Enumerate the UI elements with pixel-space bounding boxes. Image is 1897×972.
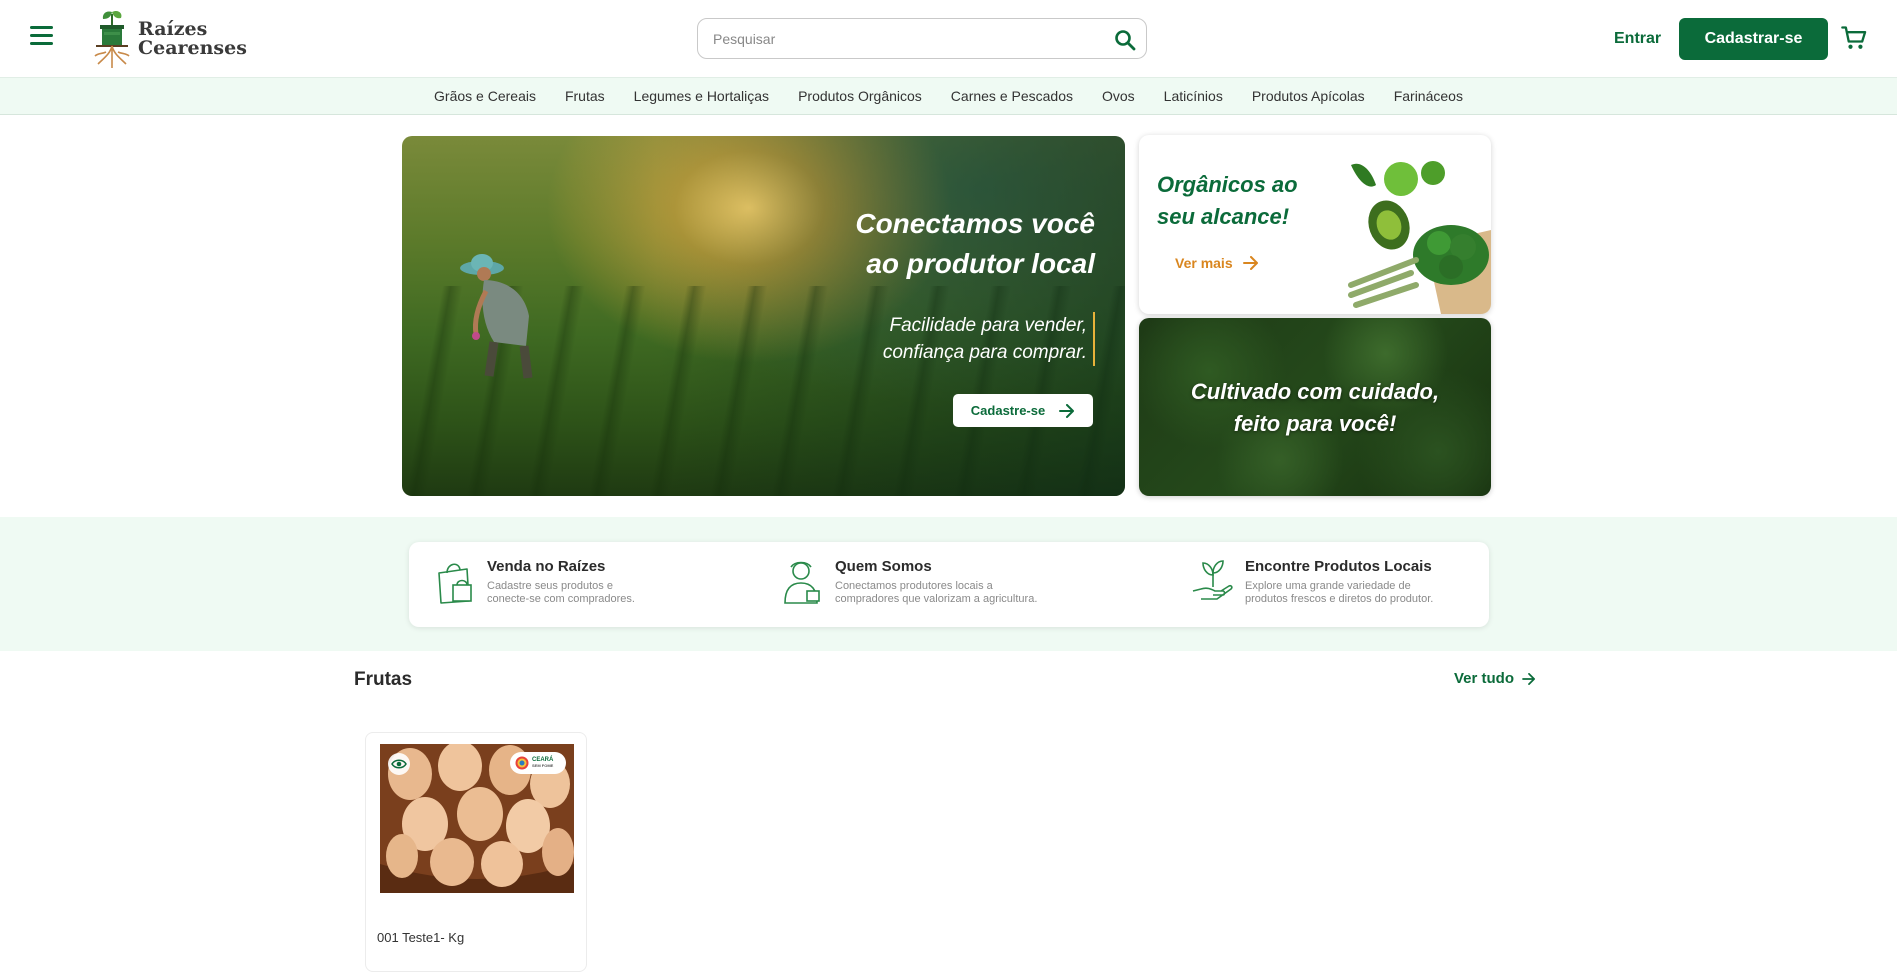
- category-link[interactable]: Frutas: [550, 88, 619, 104]
- organics-title: Orgânicos ao seu alcance!: [1157, 172, 1298, 229]
- shopping-bag-icon: [438, 563, 472, 604]
- organics-banner[interactable]: Orgânicos ao seu alcance! Ver mais: [1139, 135, 1491, 314]
- cultivated-title: Cultivado com cuidado, feito para você!: [1190, 379, 1440, 436]
- category-nav: Grãos e Cereais Frutas Legumes e Hortali…: [0, 77, 1897, 115]
- hero-signup-button[interactable]: Cadastre-se: [953, 394, 1093, 427]
- category-link[interactable]: Carnes e Pescados: [936, 88, 1087, 104]
- site-logo[interactable]: Raízes Cearenses: [90, 8, 247, 70]
- signup-button[interactable]: Cadastrar-se: [1679, 18, 1828, 60]
- arrow-right-icon: [1059, 403, 1075, 418]
- logo-text: Raízes Cearenses: [138, 18, 247, 59]
- login-link[interactable]: Entrar: [1614, 30, 1661, 48]
- feature-title: Venda no Raízes: [487, 558, 606, 575]
- logo-plant-icon: [94, 10, 130, 68]
- hero-accent-bar: [1093, 312, 1095, 366]
- hero-subtitle: Facilidade para vender, confiança para c…: [882, 315, 1087, 363]
- search-input[interactable]: [713, 29, 1093, 49]
- hand-plant-icon: [1192, 560, 1233, 600]
- category-link[interactable]: Farináceos: [1379, 88, 1477, 104]
- site-header: Raízes Cearenses Entrar Cadastrar-se: [0, 0, 1897, 77]
- feature-find-local[interactable]: Encontre Produtos Locais Explore uma gra…: [1191, 557, 1475, 617]
- cultivated-banner[interactable]: Cultivado com cuidado, feito para você!: [1139, 318, 1491, 496]
- hero-banner: Conectamos você ao produtor local Facili…: [402, 136, 1125, 496]
- feature-sell[interactable]: Venda no Raízes Cadastre seus produtos e…: [433, 557, 717, 617]
- ceara-sem-fome-seal: CEARÁ SEM FOME: [510, 752, 566, 774]
- category-link[interactable]: Laticínios: [1149, 88, 1237, 104]
- feature-title: Encontre Produtos Locais: [1245, 558, 1432, 575]
- see-all-link[interactable]: Ver tudo: [1454, 670, 1536, 687]
- category-link[interactable]: Grãos e Cereais: [420, 88, 551, 104]
- feature-description: Explore uma grande variedade de produtos…: [1245, 580, 1434, 605]
- see-all-label: Ver tudo: [1454, 670, 1515, 687]
- category-link[interactable]: Produtos Orgânicos: [784, 88, 937, 104]
- see-more-link[interactable]: Ver mais: [1175, 255, 1259, 271]
- see-more-label: Ver mais: [1175, 255, 1233, 271]
- feature-description: Conectamos produtores locais a comprador…: [835, 580, 1038, 605]
- shopping-cart-icon[interactable]: [1840, 24, 1868, 52]
- product-name: 001 Teste1- Kg: [377, 930, 465, 945]
- search-icon[interactable]: [1113, 28, 1137, 52]
- category-link[interactable]: Legumes e Hortaliças: [619, 88, 783, 104]
- eye-icon[interactable]: [388, 753, 410, 775]
- category-link[interactable]: Ovos: [1087, 88, 1149, 104]
- arrow-right-icon: [1522, 672, 1536, 685]
- section-title: Frutas: [354, 669, 413, 690]
- search-bar: [697, 18, 1147, 59]
- category-link[interactable]: Produtos Apícolas: [1237, 88, 1379, 104]
- hamburger-menu-icon[interactable]: [30, 26, 56, 48]
- seal-logo-icon: [515, 756, 529, 770]
- farmer-icon: [784, 561, 820, 604]
- hero-signup-label: Cadastre-se: [970, 403, 1046, 418]
- feature-title: Quem Somos: [835, 558, 932, 575]
- vegetables-illustration: [1348, 161, 1491, 314]
- arrow-right-icon: [1242, 256, 1258, 270]
- features-card: Venda no Raízes Cadastre seus produtos e…: [409, 542, 1489, 627]
- product-image: CEARÁ SEM FOME: [380, 744, 574, 893]
- feature-about[interactable]: Quem Somos Conectamos produtores locais …: [781, 557, 1065, 617]
- product-card[interactable]: CEARÁ SEM FOME 001 Teste1- Kg: [365, 732, 587, 972]
- feature-description: Cadastre seus produtos e conecte-se com …: [487, 580, 635, 605]
- hero-title: Conectamos você ao produtor local: [855, 208, 1095, 279]
